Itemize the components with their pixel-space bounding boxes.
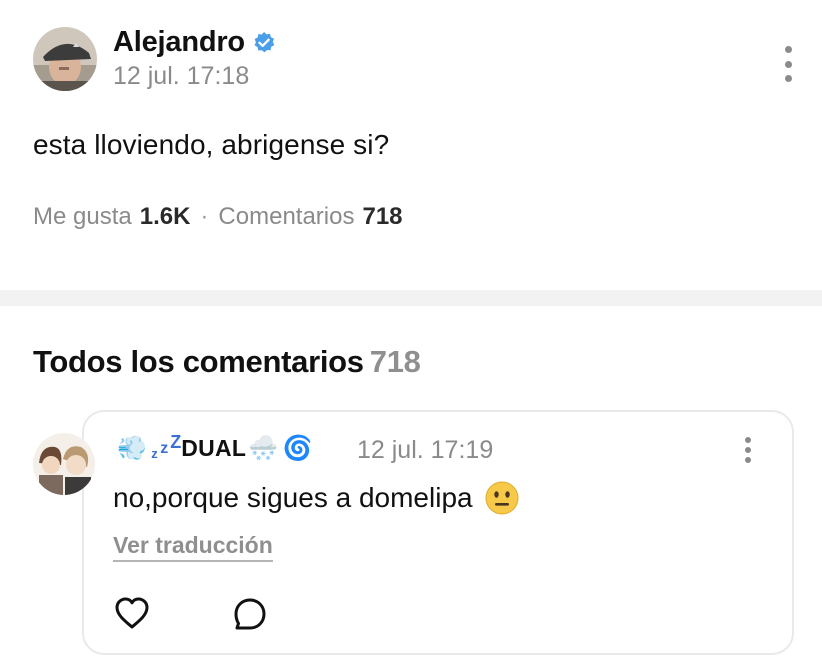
stats-separator: · xyxy=(200,203,209,230)
author-name[interactable]: Alejandro xyxy=(113,26,276,59)
commenter-name-text[interactable]: DUAL xyxy=(181,435,246,462)
author-avatar-image xyxy=(33,27,97,91)
commenter-name-emoji-cyclone: 🌀 xyxy=(282,434,313,462)
heart-outline-icon[interactable] xyxy=(113,595,151,631)
comment-timestamp: 12 jul. 17:19 xyxy=(357,436,494,464)
comment-text: no,porque sigues a domelipa xyxy=(113,481,519,515)
comment-more-options-icon[interactable] xyxy=(740,437,756,463)
comments-stat[interactable]: Comentarios 718 xyxy=(218,203,402,231)
likes-count: 1.6K xyxy=(139,203,191,230)
comments-section-title: Todos los comentarios 718 xyxy=(33,344,421,380)
post-text: esta lloviendo, abrigense si? xyxy=(33,129,390,160)
post-timestamp: 12 jul. 17:18 xyxy=(113,62,250,90)
comments-label: Comentarios xyxy=(218,203,355,230)
more-dot xyxy=(745,447,751,453)
speech-bubble-icon[interactable] xyxy=(232,596,268,632)
post: Alejandro 12 jul. 17:18 esta lloviendo, … xyxy=(0,0,822,290)
more-dot xyxy=(784,75,792,82)
more-dot xyxy=(745,437,751,443)
author-name-text[interactable]: Alejandro xyxy=(113,26,245,59)
likes-stat[interactable]: Me gusta 1.6K xyxy=(33,203,190,231)
commenter-name-emoji-wind: 💨 xyxy=(117,434,148,462)
comments-title-count: 718 xyxy=(369,344,421,379)
more-dot xyxy=(784,46,792,53)
post-more-options-icon[interactable] xyxy=(780,46,796,82)
likes-label: Me gusta xyxy=(33,203,132,230)
more-dot xyxy=(784,60,792,68)
verified-badge-icon xyxy=(254,31,275,52)
post-stats: Me gusta 1.6K · Comentarios 718 xyxy=(33,203,403,231)
section-divider xyxy=(0,290,822,306)
comment-text-body: no,porque sigues a domelipa xyxy=(113,482,473,513)
see-translation-link[interactable]: Ver traducción xyxy=(113,532,273,562)
commenter-name[interactable]: 💨 z z Z DUAL 🌨️ 🌀 xyxy=(115,432,315,464)
comments-count: 718 xyxy=(362,203,403,230)
commenter-name-zzz: z z Z xyxy=(151,432,182,461)
author-avatar[interactable] xyxy=(33,27,97,91)
comments-title-text: Todos los comentarios xyxy=(33,344,364,379)
commenter-avatar[interactable] xyxy=(33,433,95,495)
more-dot xyxy=(745,457,751,463)
commenter-name-emoji-snow: 🌨️ xyxy=(248,434,279,462)
neutral-face-emoji-icon xyxy=(485,481,519,515)
commenter-avatar-image xyxy=(33,433,95,495)
